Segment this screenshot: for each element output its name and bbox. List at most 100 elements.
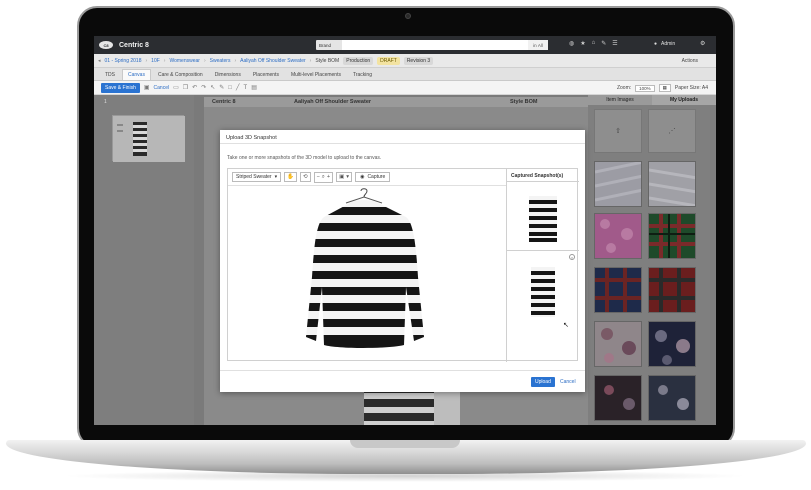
hierarchy-icon[interactable]: ☰ [612,40,617,47]
pen-icon[interactable]: ✎ [219,84,224,91]
pointer-icon[interactable]: ↖ [210,84,215,91]
document-icon[interactable]: ▭ [173,84,179,91]
tab-my-uploads[interactable]: My Uploads [652,95,716,105]
tab-canvas[interactable]: Canvas [122,69,151,80]
redo-icon[interactable]: ↷ [201,84,206,91]
fabric-swatch[interactable] [594,267,642,313]
page-number: 1 [104,99,107,105]
view-icon: ▣ [339,174,345,180]
tab-bar: TDS Canvas Care & Composition Dimensions… [94,68,716,81]
tab-item-images[interactable]: Item Images [588,95,652,105]
zoom-out-icon[interactable]: − [317,174,320,180]
crumb-department[interactable]: Womenswear [169,58,199,64]
zoom-label: Zoom: [616,85,632,91]
upload-image-button[interactable]: ⇧ [594,109,642,153]
view-select[interactable]: ▣ ▾ [336,172,353,182]
model-select[interactable]: Striped Sweater ▾ [232,172,282,182]
status-badge: DRAFT [377,56,400,65]
share-image-button[interactable]: ⋰ [648,109,696,153]
upload-button[interactable]: Upload [531,377,555,387]
zoom-in-icon[interactable]: + [327,174,330,180]
captured-snapshots: Captured Snapshot(s) × ↖ [506,169,579,362]
grid-select[interactable]: ▦ [658,84,671,92]
rotate-button[interactable]: ⟲ [299,172,311,182]
home-icon[interactable]: ⌂ [592,40,596,47]
sheet-style: Aaliyah Off Shoulder Sweater [294,99,372,105]
snapshot-item[interactable] [507,181,579,250]
crumb-brand[interactable]: 10F [151,58,160,64]
search-scope-all[interactable]: in All [528,40,548,50]
user-icon: ● [654,41,658,47]
dialog-cancel-link[interactable]: Cancel [560,379,576,385]
gear-icon[interactable]: ⚙ [700,40,705,47]
page-thumbnail[interactable] [112,115,185,162]
crumb-season[interactable]: 01 - Spring 2018 [105,58,142,64]
breadcrumb: ◂ 01 - Spring 2018 › 10F › Womenswear › … [94,54,716,68]
user-menu[interactable]: ● Admin [654,41,675,47]
undo-icon[interactable]: ↶ [192,84,197,91]
fabric-swatch[interactable] [648,213,696,259]
chevron-down-icon: ▾ [274,174,278,180]
pages-panel: 1 [94,95,194,425]
paper-size: Paper Size: A4 [674,85,708,91]
tab-tracking[interactable]: Tracking [347,70,377,80]
close-icon[interactable]: × [569,254,575,260]
3d-model-view[interactable] [228,187,506,362]
crumb-style[interactable]: Aaliyah Off Shoulder Sweater [240,58,306,64]
revision-select[interactable]: Revision 3 [403,56,434,65]
crumb-separator: › [309,57,312,64]
line-icon[interactable]: ╱ [236,84,240,91]
save-finish-button[interactable]: Save & Finish [101,82,140,93]
chevron-down-icon: ▾ [346,174,350,180]
fabric-swatch[interactable] [594,161,642,207]
tab-dimensions[interactable]: Dimensions [209,70,246,80]
search-scope-select[interactable]: Brand [316,40,342,50]
fabric-swatch[interactable] [648,321,696,367]
striped-sweater-model [306,188,424,348]
tab-tds[interactable]: TDS [100,70,120,80]
upload-icon: ⇧ [615,128,621,135]
cancel-link[interactable]: Cancel [154,85,170,91]
star-icon[interactable]: ★ [580,40,585,47]
dialog-footer: Upload Cancel [220,370,585,392]
top-bar: C8 Centric 8 Brand in All ◍ ★ ⌂ ✎ ☰ ● Ad… [94,36,716,54]
fabric-swatch[interactable] [594,321,642,367]
mouse-cursor: ↖ [563,322,569,329]
crumb-separator: › [163,57,166,64]
tools-icon[interactable]: ✎ [601,40,606,47]
snapshot-thumbnail [529,196,557,242]
shape-icon[interactable]: □ [228,85,232,91]
capture-button[interactable]: ◉ Capture [355,172,391,182]
crumb-separator: › [145,57,148,64]
back-icon[interactable]: ◂ [98,58,101,64]
zoom-icon[interactable]: ⌕ [322,174,325,181]
copy-icon[interactable]: ❐ [183,84,188,91]
fabric-swatch[interactable] [648,267,696,313]
share-icon: ⋰ [668,128,676,135]
fabric-swatch[interactable] [594,375,642,421]
global-search: Brand in All [316,40,548,50]
text-icon[interactable]: T [244,85,248,91]
sheet-header: Centric 8 Aaliyah Off Shoulder Sweater S… [204,97,588,107]
sheet-brand: Centric 8 [212,99,236,105]
actions-menu[interactable]: Actions [682,58,698,64]
zoom-select[interactable]: 100% [635,84,655,92]
images-tabs: Item Images My Uploads [588,95,716,105]
fabric-swatch[interactable] [648,375,696,421]
crumb-category[interactable]: Sweaters [210,58,231,64]
fabric-swatch[interactable] [648,161,696,207]
globe-icon[interactable]: ◍ [569,40,574,47]
search-input[interactable] [342,40,528,50]
stage-select[interactable]: Production [343,56,374,65]
tab-care-composition[interactable]: Care & Composition [152,70,208,80]
crumb-doc: Style BOM [315,57,340,64]
app-title: Centric 8 [119,41,149,49]
viewer-toolbar: Striped Sweater ▾ ✋ ⟲ − ⌕ + ▣ ▾ ◉ Capture [228,169,506,186]
save-icon[interactable]: ▣ [144,84,150,91]
tab-placements[interactable]: Placements [247,70,284,80]
tab-multi-level-placements[interactable]: Multi-level Placements [285,70,346,80]
logo-icon[interactable]: C8 [99,41,113,49]
layer-icon[interactable]: ▤ [251,84,257,91]
fabric-swatch[interactable] [594,213,642,259]
pan-button[interactable]: ✋ [284,172,297,182]
